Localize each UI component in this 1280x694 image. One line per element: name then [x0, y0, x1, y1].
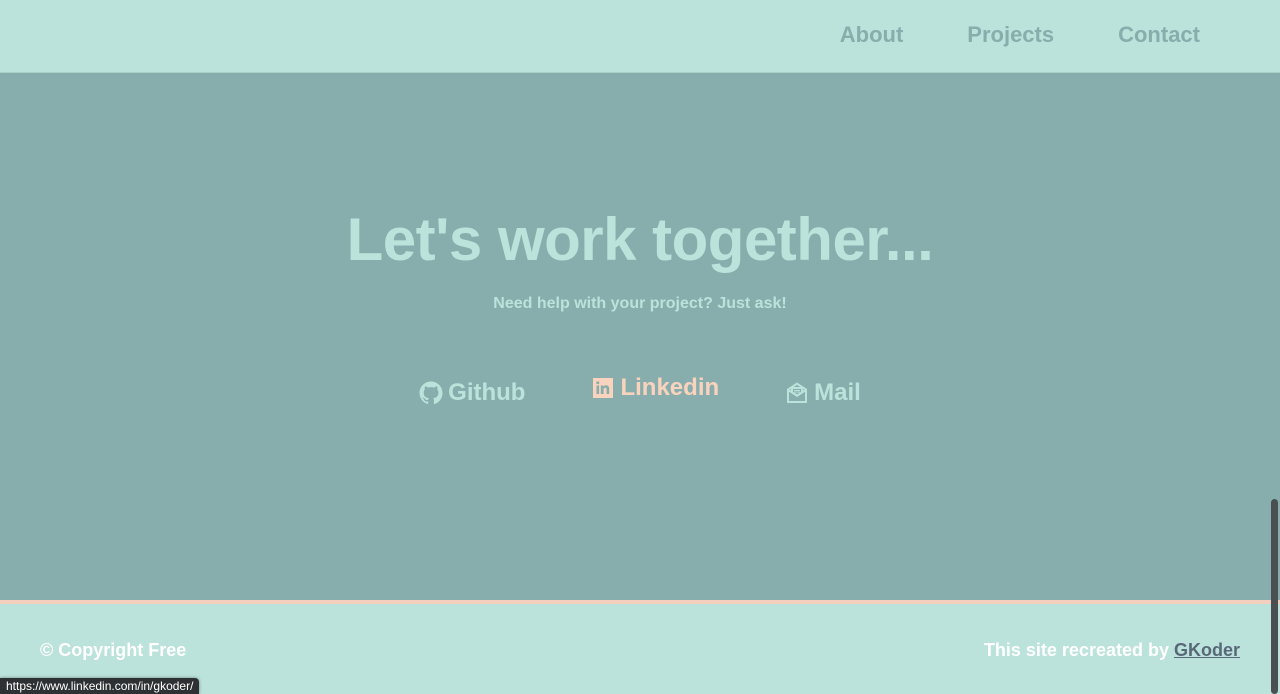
- linkedin-link[interactable]: Linkedin: [591, 371, 719, 405]
- social-links: Github Linkedin Mail: [0, 374, 1280, 410]
- nav-links: About Projects Contact: [840, 21, 1200, 49]
- contact-section: Let's work together... Need help with yo…: [0, 73, 1280, 600]
- nav-link-contact[interactable]: Contact: [1118, 21, 1200, 49]
- mail-link[interactable]: Mail: [785, 376, 861, 410]
- hero-subtitle: Need help with your project? Just ask!: [493, 295, 787, 312]
- nav-link-about[interactable]: About: [840, 21, 904, 49]
- vertical-scrollbar[interactable]: [1268, 0, 1280, 694]
- nav-link-projects[interactable]: Projects: [967, 21, 1054, 49]
- envelope-open-icon: [785, 381, 809, 405]
- mail-label: Mail: [814, 379, 861, 406]
- github-link[interactable]: Github: [419, 376, 525, 410]
- scrollbar-thumb[interactable]: [1271, 499, 1278, 694]
- github-label: Github: [448, 379, 526, 406]
- credit-link[interactable]: GKoder: [1174, 640, 1240, 660]
- credit-prefix: This site recreated by: [983, 640, 1174, 660]
- copyright-text: © Copyright Free: [40, 640, 187, 660]
- linkedin-label: Linkedin: [620, 374, 720, 401]
- credit-text: This site recreated by GKoder: [984, 639, 1240, 661]
- github-icon: [419, 381, 443, 405]
- hero-title: Let's work together...: [346, 206, 934, 273]
- top-navbar: About Projects Contact: [0, 0, 1280, 73]
- status-bar-url: https://www.linkedin.com/in/gkoder/: [0, 678, 200, 694]
- linkedin-icon: [591, 376, 615, 400]
